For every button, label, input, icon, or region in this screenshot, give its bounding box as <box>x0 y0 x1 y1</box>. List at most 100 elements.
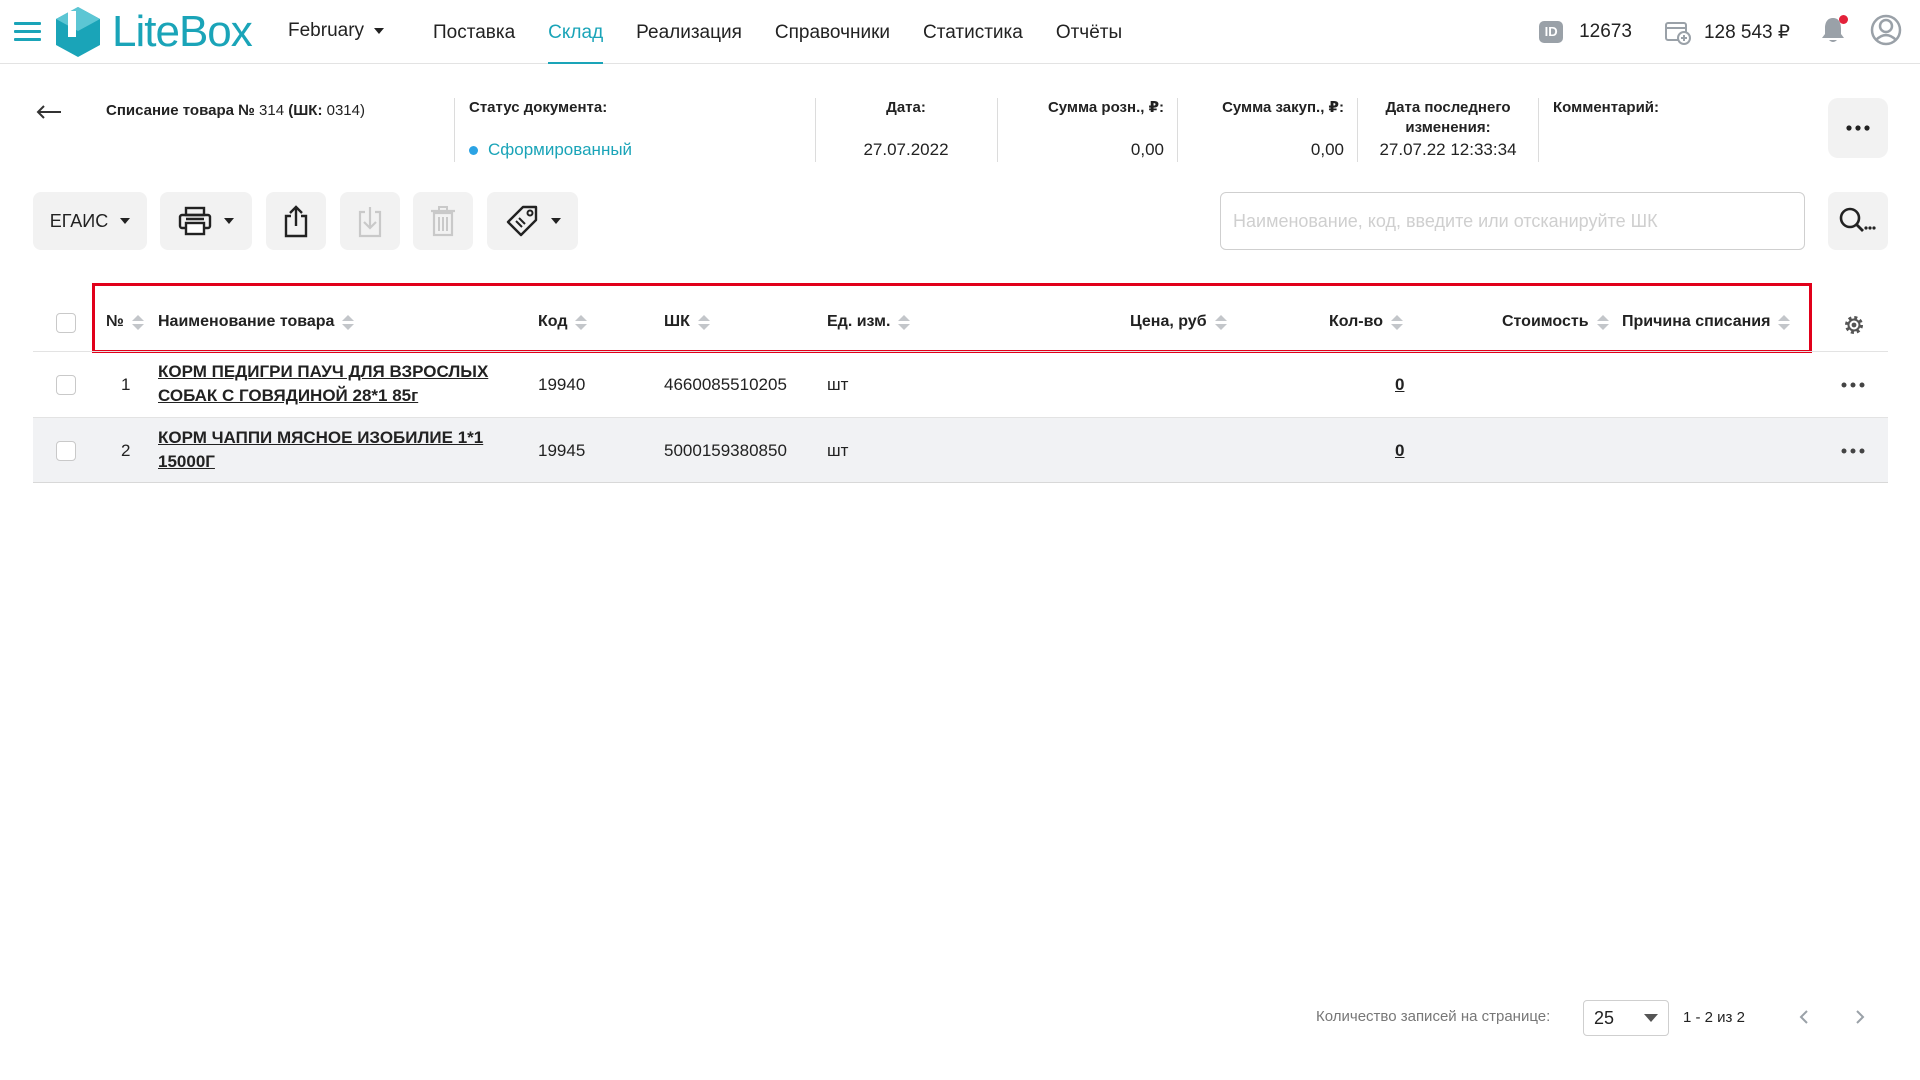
chevron-down-icon <box>550 218 561 224</box>
chevron-left-icon[interactable] <box>1798 1009 1810 1025</box>
delete-button[interactable] <box>413 192 473 250</box>
nav-item-warehouse[interactable]: Склад <box>548 0 604 64</box>
document-title: Списание товара № 314 (ШК: 0314) <box>106 102 365 119</box>
notification-dot <box>1839 14 1848 24</box>
column-qty-label: Кол-во <box>1329 313 1384 330</box>
page-size-value: 25 <box>1594 1007 1615 1028</box>
logo[interactable]: LiteBox <box>54 6 253 58</box>
document-title-text: Списание товара № <box>106 102 255 119</box>
import-button[interactable] <box>340 192 400 250</box>
gear-icon[interactable] <box>1842 313 1866 337</box>
column-header-num[interactable]: № <box>106 313 144 331</box>
back-arrow-icon[interactable] <box>36 104 62 120</box>
nav-item-reports[interactable]: Отчёты <box>1056 0 1122 64</box>
row-unit: шт <box>827 441 849 460</box>
date-block: Дата: 27.07.2022 <box>816 98 996 162</box>
column-header-reason[interactable]: Причина списания <box>1622 313 1791 331</box>
table-row[interactable]: 2 КОРМ ЧАППИ МЯСНОЕ ИЗОБИЛИЕ 1*1 15000Г … <box>33 417 1888 483</box>
column-price-label: Цена, руб <box>1130 313 1207 330</box>
balance: 128 543 ₽ <box>1703 21 1790 43</box>
comment-label: Комментарий: <box>1553 99 1660 116</box>
menu-icon[interactable] <box>14 22 41 42</box>
row-num: 2 <box>121 441 131 460</box>
date-label: Дата: <box>886 99 926 116</box>
egais-label: ЕГАИС <box>49 210 109 231</box>
column-header-unit[interactable]: Ед. изм. <box>827 313 911 331</box>
advanced-search-button[interactable] <box>1828 192 1888 250</box>
select-all-checkbox[interactable] <box>56 313 76 333</box>
search-input[interactable] <box>1220 192 1805 250</box>
row-code: 19945 <box>538 441 586 460</box>
column-header-code[interactable]: Код <box>538 313 588 331</box>
price-tag-button[interactable] <box>487 192 578 250</box>
last-change-value: 27.07.22 12:33:34 <box>1379 140 1517 159</box>
sort-icon <box>1214 314 1227 330</box>
row-checkbox[interactable] <box>56 441 76 461</box>
row-unit: шт <box>827 375 849 394</box>
column-cost-label: Стоимость <box>1502 313 1589 330</box>
status-label: Статус документа: <box>469 99 608 116</box>
header-right: ID 12673 128 543 ₽ <box>1539 0 1920 64</box>
column-name-label: Наименование товара <box>158 313 335 330</box>
sort-icon <box>1391 314 1404 330</box>
purchase-sum-block: Сумма закуп., ₽: 0,00 <box>1178 98 1344 162</box>
column-header-price[interactable]: Цена, руб <box>1130 313 1227 331</box>
page-range: 1 - 2 из 2 <box>1683 1009 1745 1026</box>
document-code: 0314) <box>326 102 365 119</box>
nav-item-sales[interactable]: Реализация <box>636 0 742 64</box>
logo-text: LiteBox <box>112 7 253 56</box>
page-size-select[interactable]: 25 <box>1583 1000 1669 1036</box>
column-reason-label: Причина списания <box>1622 313 1771 330</box>
divider <box>1538 98 1539 162</box>
user-avatar[interactable] <box>1870 14 1902 51</box>
user-icon <box>1870 14 1902 45</box>
column-num-label: № <box>106 313 124 330</box>
user-id: 12673 <box>1579 21 1632 42</box>
document-code-label: (ШК: <box>288 102 323 119</box>
row-qty-link[interactable]: 0 <box>1395 375 1404 395</box>
nav-item-supply[interactable]: Поставка <box>433 0 515 64</box>
company-selector[interactable]: February <box>288 20 385 42</box>
chevron-right-icon[interactable] <box>1854 1009 1866 1025</box>
retail-sum-value: 0,00 <box>1130 140 1164 159</box>
export-button[interactable] <box>266 192 326 250</box>
product-name-link[interactable]: КОРМ ЧАППИ МЯСНОЕ ИЗОБИЛИЕ 1*1 15000Г <box>158 426 528 474</box>
wallet-add-icon[interactable] <box>1664 19 1692 45</box>
price-tag-icon <box>506 205 537 237</box>
notifications-button[interactable] <box>1820 14 1848 49</box>
printer-icon <box>178 206 212 236</box>
last-change-label-line2: изменения: <box>1405 119 1491 136</box>
row-qty-link[interactable]: 0 <box>1395 441 1404 461</box>
nav-item-references[interactable]: Справочники <box>775 0 890 64</box>
product-name-link[interactable]: КОРМ ПЕДИГРИ ПАУЧ ДЛЯ ВЗРОСЛЫХ СОБАК С Г… <box>158 360 528 408</box>
date-value: 27.07.2022 <box>863 140 949 159</box>
purchase-sum-label: Сумма закуп., ₽: <box>1222 99 1344 116</box>
column-header-cost[interactable]: Стоимость <box>1502 313 1609 331</box>
search-icon <box>1839 207 1876 232</box>
more-horizontal-icon[interactable] <box>1841 448 1865 454</box>
page-size-label: Количество записей на странице: <box>1316 1008 1551 1025</box>
trash-icon <box>431 206 455 237</box>
litebox-logo-icon <box>56 7 100 57</box>
purchase-sum-value: 0,00 <box>1310 140 1344 159</box>
more-horizontal-icon[interactable] <box>1841 382 1865 388</box>
sort-icon <box>1596 314 1609 330</box>
sort-icon <box>898 314 911 330</box>
sort-icon <box>342 314 355 330</box>
column-header-name[interactable]: Наименование товара <box>158 313 355 331</box>
nav-item-statistics[interactable]: Статистика <box>923 0 1023 64</box>
egais-button[interactable]: ЕГАИС <box>33 192 147 250</box>
export-icon <box>284 205 308 238</box>
document-number: 314 <box>259 102 285 119</box>
chevron-down-icon <box>224 218 234 224</box>
column-barcode-label: ШК <box>664 313 690 330</box>
column-code-label: Код <box>538 313 568 330</box>
row-checkbox[interactable] <box>56 375 76 395</box>
table-row[interactable]: 1 КОРМ ПЕДИГРИ ПАУЧ ДЛЯ ВЗРОСЛЫХ СОБАК С… <box>33 351 1888 417</box>
row-barcode: 4660085510205 <box>664 375 787 394</box>
chevron-down-icon <box>1644 1014 1658 1022</box>
print-button[interactable] <box>160 192 252 250</box>
document-more-button[interactable] <box>1828 98 1888 158</box>
column-header-barcode[interactable]: ШК <box>664 313 710 331</box>
column-header-qty[interactable]: Кол-во <box>1329 313 1404 331</box>
